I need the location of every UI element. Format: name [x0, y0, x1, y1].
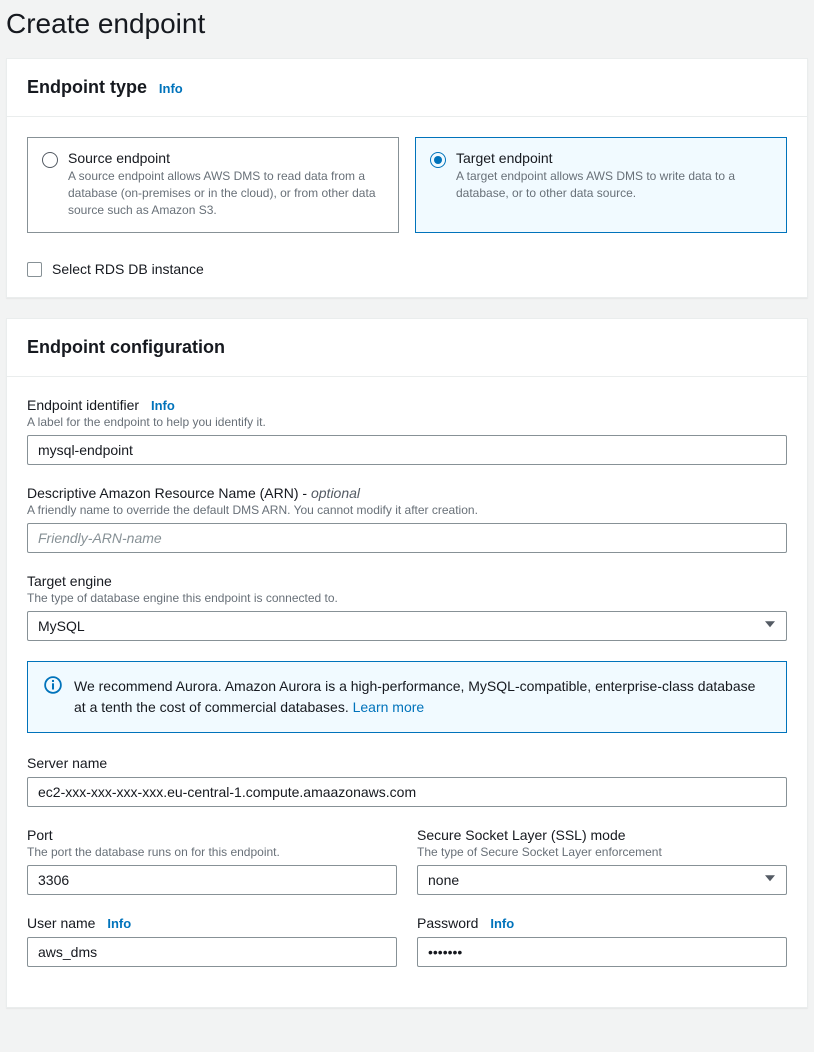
- endpoint-type-heading: Endpoint type: [27, 77, 147, 97]
- ssl-label: Secure Socket Layer (SSL) mode: [417, 827, 787, 843]
- password-label: Password: [417, 915, 478, 931]
- arn-input[interactable]: [27, 523, 787, 553]
- arn-label: Descriptive Amazon Resource Name (ARN) -: [27, 485, 311, 501]
- aurora-info-box: We recommend Aurora. Amazon Aurora is a …: [27, 661, 787, 733]
- ssl-select[interactable]: [417, 865, 787, 895]
- password-input[interactable]: [417, 937, 787, 967]
- identifier-label: Endpoint identifier: [27, 397, 139, 413]
- select-rds-label: Select RDS DB instance: [52, 261, 204, 277]
- port-label: Port: [27, 827, 397, 843]
- target-endpoint-radio-card[interactable]: Target endpoint A target endpoint allows…: [415, 137, 787, 233]
- password-info-link[interactable]: Info: [490, 916, 514, 931]
- info-icon: [44, 676, 62, 694]
- page-title: Create endpoint: [0, 0, 814, 58]
- arn-optional: optional: [311, 485, 360, 501]
- endpoint-type-panel: Endpoint type Info Source endpoint A sou…: [6, 58, 808, 298]
- radio-icon: [42, 152, 58, 168]
- arn-hint: A friendly name to override the default …: [27, 503, 787, 517]
- username-label: User name: [27, 915, 95, 931]
- endpoint-type-info-link[interactable]: Info: [159, 81, 183, 96]
- radio-icon: [430, 152, 446, 168]
- engine-select[interactable]: [27, 611, 787, 641]
- engine-label: Target engine: [27, 573, 787, 589]
- identifier-info-link[interactable]: Info: [151, 398, 175, 413]
- target-endpoint-desc: A target endpoint allows AWS DMS to writ…: [456, 168, 772, 202]
- ssl-hint: The type of Secure Socket Layer enforcem…: [417, 845, 787, 859]
- server-label: Server name: [27, 755, 787, 771]
- identifier-input[interactable]: [27, 435, 787, 465]
- server-input[interactable]: [27, 777, 787, 807]
- source-endpoint-title: Source endpoint: [68, 150, 384, 166]
- port-hint: The port the database runs on for this e…: [27, 845, 397, 859]
- target-endpoint-title: Target endpoint: [456, 150, 772, 166]
- source-endpoint-radio-card[interactable]: Source endpoint A source endpoint allows…: [27, 137, 399, 233]
- port-input[interactable]: [27, 865, 397, 895]
- username-input[interactable]: [27, 937, 397, 967]
- username-info-link[interactable]: Info: [107, 916, 131, 931]
- endpoint-config-heading: Endpoint configuration: [27, 337, 225, 357]
- identifier-hint: A label for the endpoint to help you ide…: [27, 415, 787, 429]
- engine-hint: The type of database engine this endpoin…: [27, 591, 787, 605]
- endpoint-config-panel: Endpoint configuration Endpoint identifi…: [6, 318, 808, 1008]
- aurora-learn-more-link[interactable]: Learn more: [353, 699, 425, 715]
- source-endpoint-desc: A source endpoint allows AWS DMS to read…: [68, 168, 384, 218]
- select-rds-checkbox[interactable]: [27, 262, 42, 277]
